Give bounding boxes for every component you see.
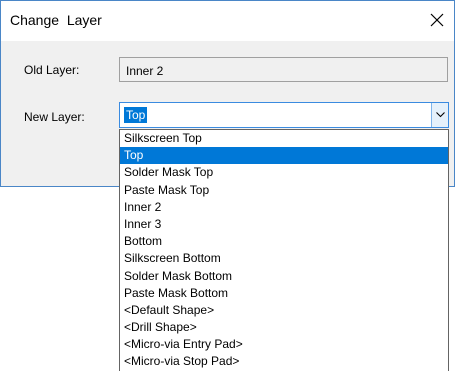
dropdown-option[interactable]: Inner 3	[120, 216, 448, 233]
old-layer-value: Inner 2	[126, 64, 164, 78]
title-bar[interactable]: Change Layer	[1, 1, 454, 41]
new-layer-label: New Layer:	[24, 110, 85, 124]
new-layer-value[interactable]: Top	[124, 107, 148, 123]
dropdown-option[interactable]: Top	[120, 147, 448, 165]
layer-dropdown-list[interactable]: Silkscreen Top Top Solder Mask Top Paste Ma…	[119, 129, 449, 371]
old-layer-label: Old Layer:	[24, 63, 80, 77]
close-icon[interactable]	[428, 11, 446, 29]
dropdown-option[interactable]: <Drill Shape>	[120, 319, 448, 336]
dropdown-option[interactable]: <Micro-via Entry Pad>	[120, 336, 448, 353]
dropdown-option[interactable]: Paste Mask Top	[120, 182, 448, 199]
dropdown-option[interactable]: <Micro-via Stop Pad>	[120, 353, 448, 370]
dropdown-option[interactable]: Solder Mask Top	[120, 164, 448, 181]
dialog-title: Change Layer	[10, 12, 102, 28]
dropdown-option[interactable]: <Default Shape>	[120, 302, 448, 319]
dropdown-option[interactable]: Paste Mask Bottom	[120, 285, 448, 302]
dropdown-option[interactable]: Solder Mask Bottom	[120, 268, 448, 285]
new-layer-combobox[interactable]: Top	[119, 102, 449, 128]
dropdown-option[interactable]: Silkscreen Bottom	[120, 250, 448, 267]
dropdown-option[interactable]: Silkscreen Top	[120, 130, 448, 147]
chevron-down-icon	[436, 112, 445, 118]
dropdown-option[interactable]: Bottom	[120, 233, 448, 250]
old-layer-field: Inner 2	[119, 57, 448, 82]
dropdown-option[interactable]: Inner 2	[120, 199, 448, 216]
screen: Change Layer Old Layer: Inner 2 New Laye…	[0, 0, 456, 371]
dropdown-button[interactable]	[431, 103, 448, 127]
